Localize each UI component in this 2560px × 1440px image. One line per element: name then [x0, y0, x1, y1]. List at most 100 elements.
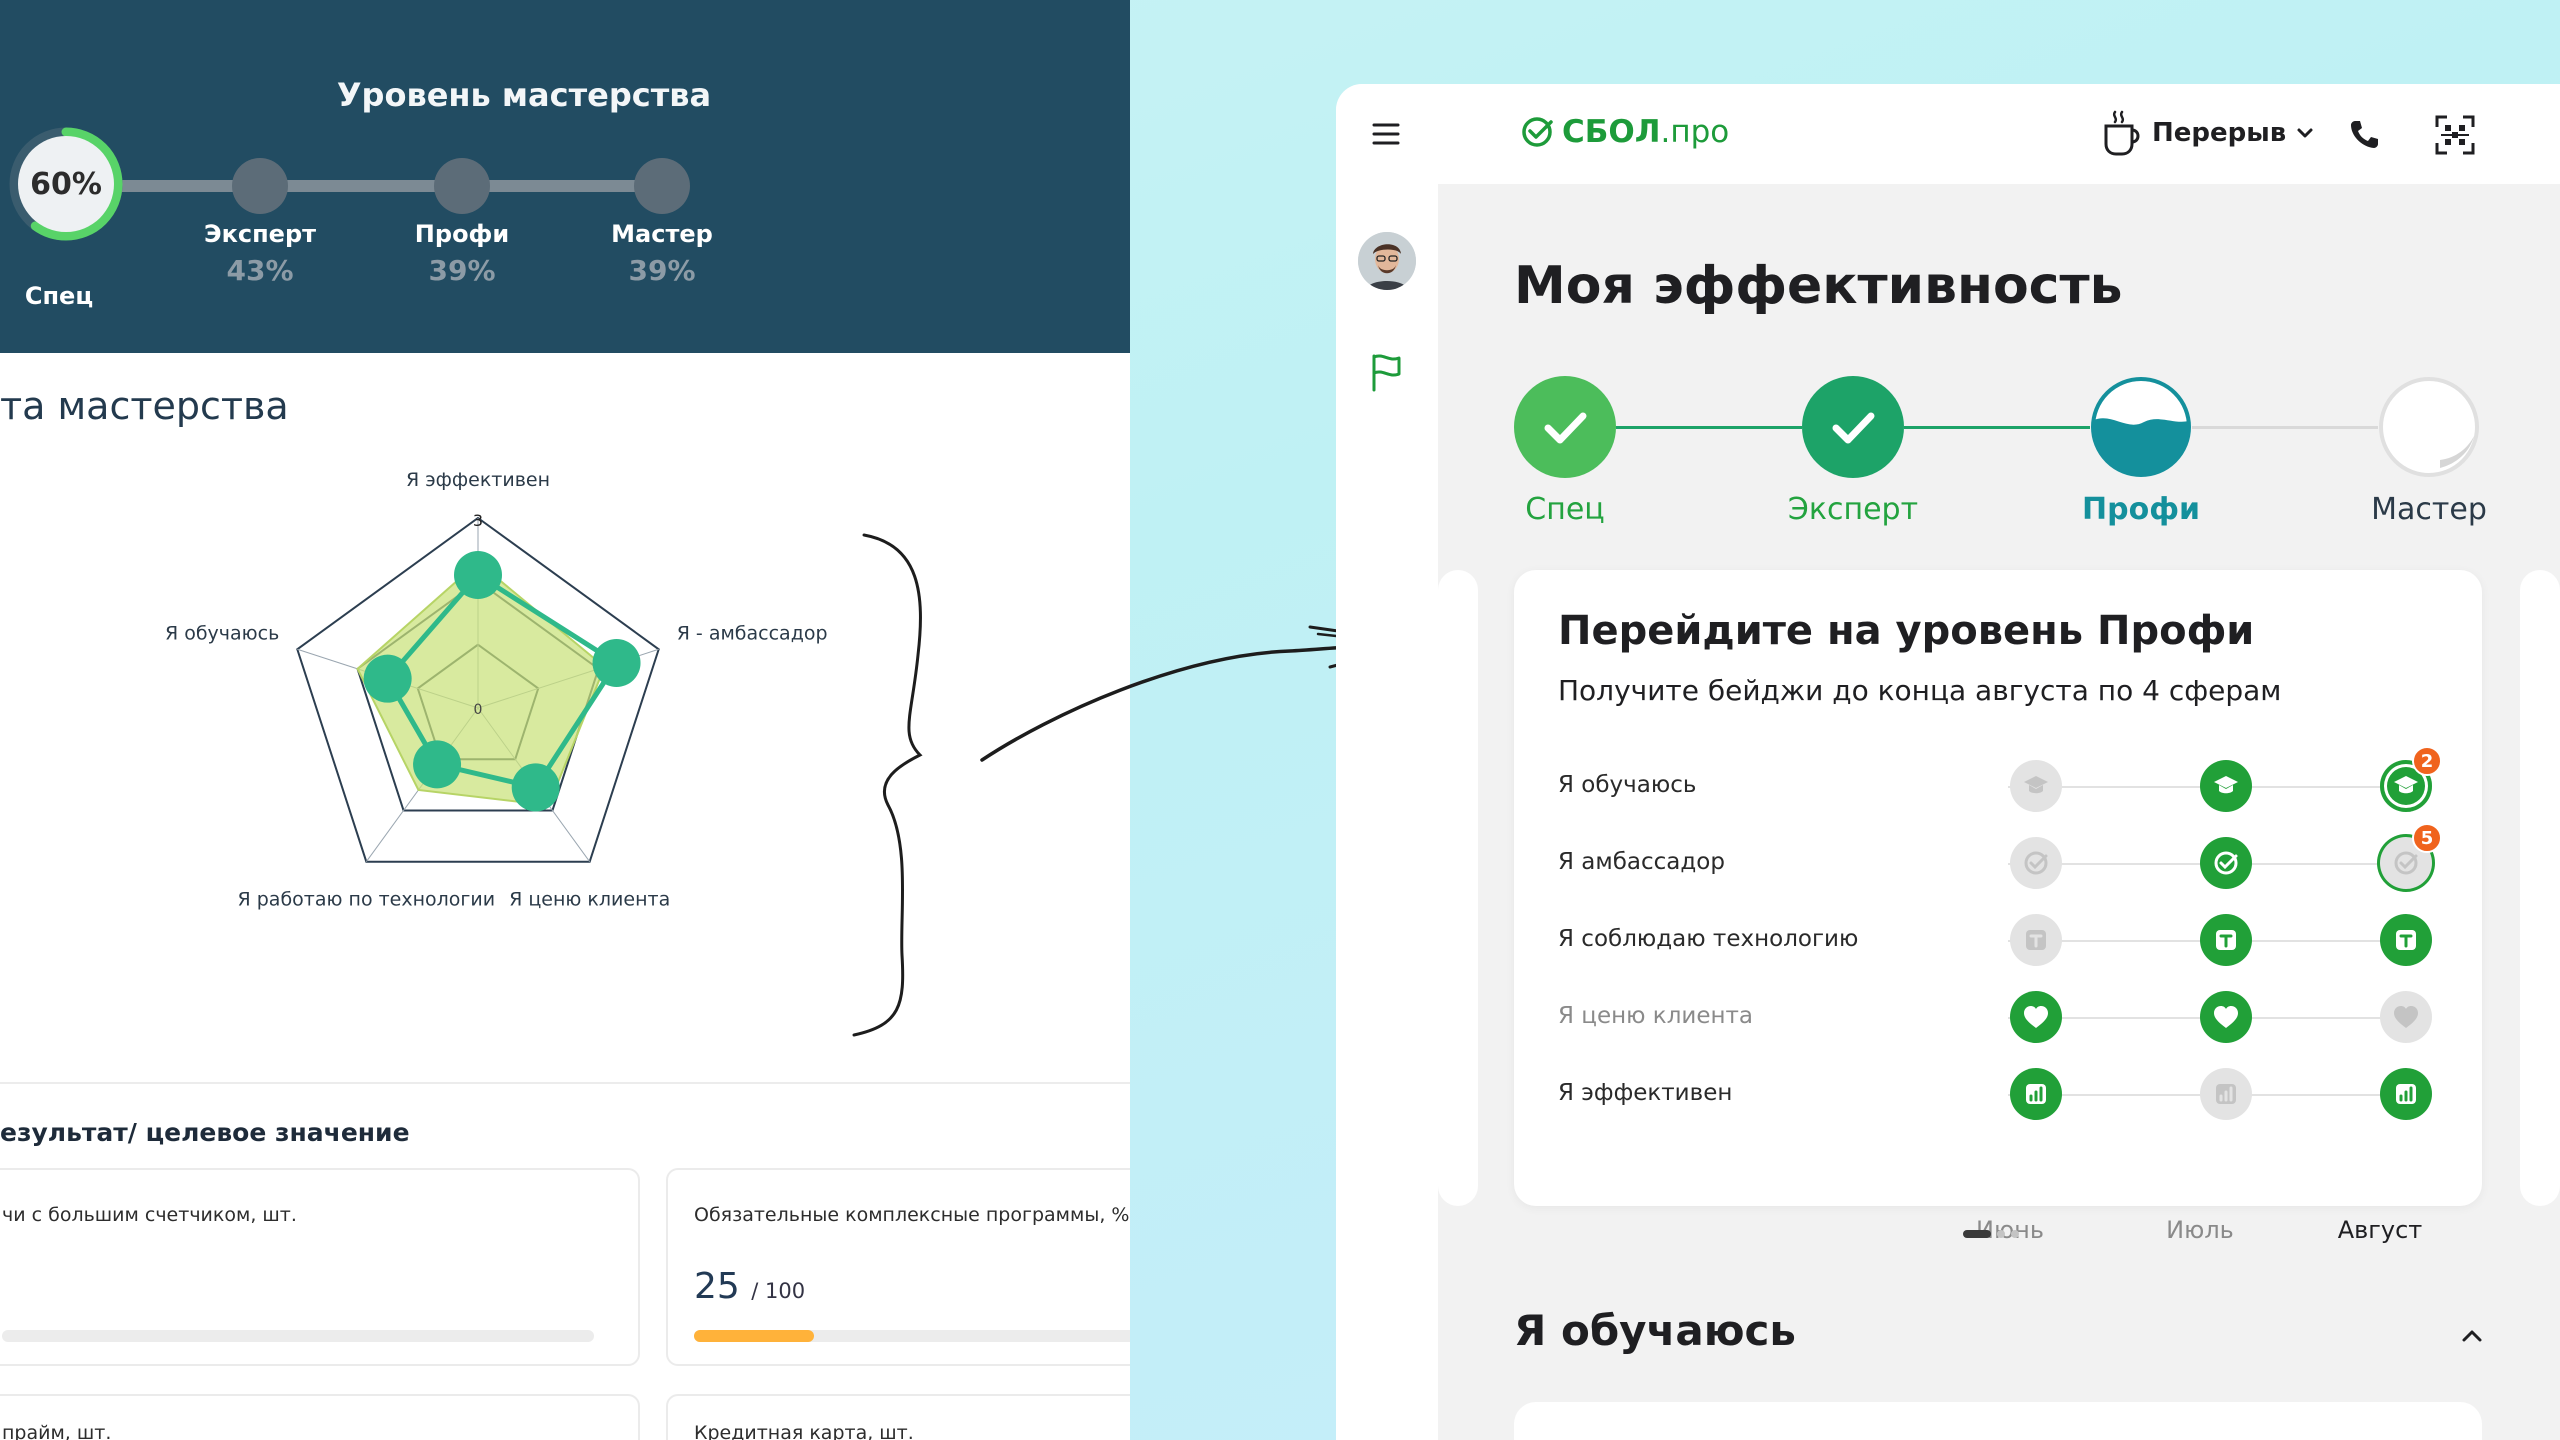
coffee-cup-icon: [2104, 110, 2140, 156]
check-badge-icon: [2394, 851, 2418, 875]
radar-data-point: [363, 654, 412, 703]
step-expert[interactable]: [1802, 376, 1904, 478]
metric-value: 25 / 100: [694, 1266, 806, 1307]
graduation-cap-badge[interactable]: 2: [2380, 746, 2442, 812]
app-window: СБОЛ.про Перерыв Моя эффективность Спец …: [1336, 84, 2560, 1440]
step-connector: [2192, 426, 2378, 429]
step-label: Мастер: [2371, 492, 2487, 527]
badge-row: Я обучаюсь 2: [1514, 746, 2482, 816]
pager-dot[interactable]: [1963, 1230, 1991, 1238]
t-letter-icon: [2216, 930, 2236, 950]
metric-label: Обязательные комплексные программы, %: [694, 1204, 1130, 1226]
avatar[interactable]: [1358, 232, 1416, 290]
level-percent: 43%: [226, 254, 294, 287]
level-node-expert: [232, 158, 288, 214]
bar-chart-badge[interactable]: [2010, 1068, 2062, 1120]
level-label: Профи: [414, 220, 510, 248]
level-percent: 39%: [428, 254, 496, 287]
heart-badge[interactable]: [2380, 991, 2432, 1043]
step-spec[interactable]: [1514, 376, 1616, 478]
phone-icon[interactable]: [2344, 114, 2384, 154]
chevron-down-icon: [2297, 128, 2313, 138]
badge-row: Я ценю клиента: [1514, 987, 2482, 1047]
goal-card: Перейдите на уровень Профи Получите бейд…: [1514, 570, 2482, 1244]
level-label: Мастер: [611, 220, 713, 248]
heart-badge[interactable]: [2200, 991, 2252, 1043]
t-letter-icon: [2396, 930, 2416, 950]
badge-counter: 2: [2412, 746, 2442, 776]
radar-data-point: [413, 740, 462, 789]
section-title: Я обучаюсь: [1514, 1306, 1796, 1355]
flag-icon[interactable]: [1366, 350, 1406, 394]
t-letter-badge[interactable]: [2010, 914, 2062, 966]
heart-badge[interactable]: [2010, 991, 2062, 1043]
heart-icon: [2394, 1006, 2418, 1028]
metric-card: Кредитная карта, шт.: [666, 1394, 1130, 1440]
menu-icon[interactable]: [1366, 116, 1406, 152]
metric-progress-track: [2, 1330, 594, 1342]
app-sidebar: [1336, 84, 1438, 1440]
badge-row: Я эффективен: [1514, 1064, 2482, 1124]
previous-card-peek[interactable]: [1438, 570, 1478, 1206]
step-connector: [1904, 426, 2090, 429]
level-node-master: [634, 158, 690, 214]
carousel-pager: [1963, 1230, 2019, 1238]
month-label-current: Август: [2337, 1216, 2423, 1244]
brand-logo[interactable]: СБОЛ.про: [1520, 114, 1729, 150]
metric-label: чи с большим счетчиком, шт.: [2, 1204, 297, 1226]
metric-card: Обязательные комплексные программы, % 25…: [666, 1168, 1130, 1366]
radar-data-point: [511, 763, 560, 812]
badge-counter: 5: [2412, 823, 2442, 853]
step-master[interactable]: [2378, 376, 2480, 478]
check-badge-badge[interactable]: 5: [2380, 823, 2442, 889]
pager-dot[interactable]: [1997, 1230, 2005, 1238]
badge-row: Я соблюдаю технологию: [1514, 910, 2482, 970]
t-letter-badge[interactable]: [2200, 914, 2252, 966]
check-icon: [1832, 412, 1875, 444]
t-letter-badge[interactable]: [2380, 914, 2432, 966]
next-card-peek[interactable]: [2520, 570, 2560, 1206]
radar-axis-label: Я - амбассадор: [677, 622, 828, 644]
page-title: Моя эффективность: [1514, 256, 2123, 316]
bar-chart-badge[interactable]: [2200, 1068, 2252, 1120]
break-dropdown[interactable]: Перерыв: [2102, 110, 2314, 156]
step-connector: [1616, 426, 1802, 429]
graduation-cap-badge[interactable]: [2010, 760, 2062, 812]
check-badge-badge[interactable]: [2200, 837, 2252, 889]
level-node-profi: [434, 158, 490, 214]
badge-row-label: Я амбассадор: [1558, 849, 1725, 875]
locked-level-icon: [2379, 377, 2479, 477]
metric-progress-track: [694, 1330, 1130, 1342]
level-percent: 39%: [628, 254, 696, 287]
badge-row: Я амбассадор 5: [1514, 823, 2482, 893]
app-topbar: СБОЛ.про Перерыв: [1438, 84, 2560, 184]
radar-scale-label: 0: [474, 702, 483, 718]
sber-check-logo-icon: [1522, 117, 1553, 147]
current-level-percent: 60%: [18, 136, 114, 232]
step-profi[interactable]: [2090, 376, 2192, 478]
metric-progress-fill: [694, 1330, 814, 1342]
t-letter-icon: [2026, 930, 2046, 950]
radar-axis-label: Я ценю клиента: [509, 889, 670, 911]
heart-icon: [2024, 1006, 2048, 1028]
badge-row-label: Я эффективен: [1558, 1080, 1733, 1106]
metric-label: прайм, шт.: [2, 1422, 112, 1440]
month-label: Июль: [2166, 1216, 2234, 1244]
mastery-level-header: Уровень мастерства 60% Спец Эксперт 43% …: [0, 0, 1130, 353]
level-label: Эксперт: [203, 220, 317, 248]
radar-section-title: та мастерства: [0, 384, 289, 428]
metric-card: чи с большим счетчиком, шт.: [0, 1168, 640, 1366]
heart-icon: [2214, 1006, 2238, 1028]
qr-scan-icon[interactable]: [2432, 112, 2478, 158]
pager-dot[interactable]: [2011, 1230, 2019, 1238]
bar-chart-badge[interactable]: [2380, 1068, 2432, 1120]
radar-scale-label: 3: [473, 511, 483, 530]
chevron-up-icon[interactable]: [2452, 1316, 2492, 1356]
graduation-cap-badge[interactable]: [2200, 760, 2252, 812]
current-level-label: Спец: [24, 282, 94, 310]
radar-axis-label: Я работаю по технологии: [238, 889, 496, 911]
radar-axis-label: Я обучаюсь: [165, 622, 279, 644]
check-badge-badge[interactable]: [2010, 837, 2062, 889]
check-badge-icon: [2214, 851, 2238, 875]
metric-label: Кредитная карта, шт.: [694, 1422, 914, 1440]
